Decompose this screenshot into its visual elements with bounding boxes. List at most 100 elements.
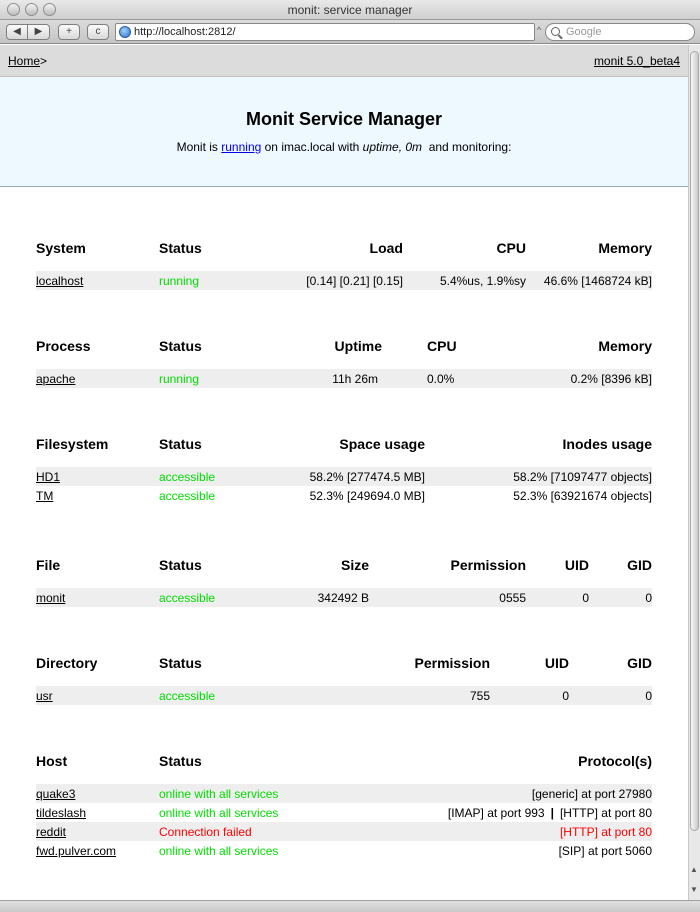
- col-header: Status: [159, 436, 202, 452]
- reload-button[interactable]: c: [87, 24, 109, 40]
- status-text: online with all services: [159, 843, 279, 858]
- col-header: Space usage: [339, 436, 425, 452]
- table-row: usr accessible 755 0 0: [36, 686, 652, 705]
- summary-suffix: and monitoring:: [422, 140, 512, 154]
- scroll-up-icon[interactable]: ▲: [690, 865, 698, 874]
- space-usage-value: 58.2% [277474.5 MB]: [259, 467, 425, 486]
- search-field[interactable]: Google: [545, 23, 695, 41]
- uid-value: 0: [490, 686, 569, 705]
- breadcrumb-separator: >: [40, 53, 48, 68]
- top-nav-bar: Home> monit 5.0_beta4: [0, 45, 688, 77]
- space-usage-value: 52.3% [249694.0 MB]: [309, 488, 425, 503]
- cpu-value: 5.4%us, 1.9%sy: [403, 271, 526, 290]
- forward-button[interactable]: ▶: [28, 24, 50, 40]
- protocol-value: [IMAP] at port 993 | [HTTP] at port 80: [339, 803, 652, 822]
- status-text: accessible: [159, 686, 259, 705]
- banner: Monit Service Manager Monit is running o…: [0, 77, 688, 187]
- col-header: Status: [159, 655, 202, 671]
- service-tables: System Status Load CPU Memory localhost …: [0, 240, 688, 860]
- address-dropdown-icon[interactable]: ^: [537, 25, 541, 35]
- version-link[interactable]: monit 5.0_beta4: [594, 54, 680, 68]
- status-text: accessible: [159, 488, 216, 503]
- col-header: Memory: [598, 338, 652, 354]
- add-bookmark-button[interactable]: +: [58, 24, 80, 40]
- host-name-link[interactable]: tildeslash: [36, 806, 86, 820]
- table-row: reddit Connection failed [HTTP] at port …: [36, 822, 652, 841]
- host-name-link[interactable]: fwd.pulver.com: [36, 844, 116, 858]
- nav-buttons: ◀ ▶: [6, 24, 50, 40]
- table-header: Host Status Protocol(s): [36, 753, 652, 784]
- summary-uptime: uptime, 0m: [362, 140, 423, 154]
- table-row: localhost running [0.14] [0.21] [0.15] 5…: [36, 271, 652, 290]
- permission-value: 0555: [369, 588, 526, 607]
- status-summary: Monit is running on imac.local with upti…: [0, 140, 688, 154]
- running-link[interactable]: running: [221, 140, 261, 154]
- col-header: Memory: [598, 240, 652, 256]
- uid-value: 0: [526, 588, 589, 607]
- uptime-value: 11h 26m: [259, 369, 382, 388]
- cpu-value: 0.0%: [382, 369, 532, 388]
- process-name-link[interactable]: apache: [36, 372, 75, 386]
- process-table: Process Status Uptime CPU Memory apache …: [36, 338, 652, 388]
- back-button[interactable]: ◀: [6, 24, 28, 40]
- vertical-scrollbar[interactable]: ▲ ▼: [688, 45, 700, 900]
- minimize-window-button[interactable]: [25, 3, 38, 16]
- close-window-button[interactable]: [7, 3, 20, 16]
- col-header: Status: [159, 753, 202, 769]
- load-value: [0.14] [0.21] [0.15]: [259, 271, 403, 290]
- col-header: File: [36, 557, 61, 573]
- home-link[interactable]: Home: [8, 54, 40, 68]
- file-name-link[interactable]: monit: [36, 591, 65, 605]
- col-header: GID: [627, 557, 652, 573]
- table-row: apache running 11h 26m 0.0% 0.2% [8396 k…: [36, 369, 652, 388]
- col-header: Size: [340, 557, 369, 573]
- col-header: Process: [36, 338, 91, 354]
- table-header: Directory Status Permission UID GID: [36, 655, 652, 686]
- status-text: online with all services: [159, 805, 279, 820]
- breadcrumb: Home>: [8, 54, 47, 68]
- col-header: Load: [369, 240, 403, 256]
- col-header: UID: [544, 655, 569, 671]
- col-header: CPU: [496, 240, 526, 256]
- directory-name-link[interactable]: usr: [36, 689, 53, 703]
- host-name-link[interactable]: reddit: [36, 825, 66, 839]
- search-icon: [551, 27, 560, 36]
- col-header: Inodes usage: [562, 436, 652, 452]
- table-row: HD1 accessible 58.2% [277474.5 MB] 58.2%…: [36, 467, 652, 486]
- window-title: monit: service manager: [287, 3, 413, 17]
- col-header: Status: [159, 338, 202, 354]
- zoom-window-button[interactable]: [43, 3, 56, 16]
- col-header: Directory: [36, 655, 98, 671]
- table-row: monit accessible 342492 B 0555 0 0: [36, 588, 652, 607]
- table-row: fwd.pulver.com online with all services …: [36, 841, 652, 860]
- size-value: 342492 B: [259, 588, 369, 607]
- scrollbar-thumb[interactable]: [690, 51, 699, 831]
- search-placeholder: Google: [566, 26, 602, 38]
- col-header: Permission: [450, 557, 526, 573]
- table-row: tildeslash online with all services [IMA…: [36, 803, 652, 822]
- col-header: Filesystem: [36, 436, 109, 452]
- host-table: Host Status Protocol(s) quake3 online wi…: [36, 753, 652, 860]
- filesystem-name-link[interactable]: TM: [36, 489, 53, 503]
- status-text: running: [159, 369, 259, 388]
- memory-value: 46.6% [1468724 kB]: [526, 271, 652, 290]
- permission-value: 755: [259, 686, 490, 705]
- address-bar[interactable]: http://localhost:2812/: [115, 23, 535, 41]
- protocol-value: [SIP] at port 5060: [558, 843, 652, 858]
- status-text: accessible: [159, 588, 259, 607]
- system-name-link[interactable]: localhost: [36, 274, 83, 288]
- status-text: running: [159, 271, 259, 290]
- gid-value: 0: [569, 686, 652, 705]
- protocol-value: [HTTP] at port 80: [339, 822, 652, 841]
- scroll-down-icon[interactable]: ▼: [690, 885, 698, 894]
- filesystem-name-link[interactable]: HD1: [36, 470, 60, 484]
- memory-value: 0.2% [8396 kB]: [532, 369, 652, 388]
- col-header: GID: [627, 655, 652, 671]
- col-header: UID: [564, 557, 589, 573]
- status-text: Connection failed: [159, 822, 339, 841]
- host-name-link[interactable]: quake3: [36, 787, 75, 801]
- table-header: Process Status Uptime CPU Memory: [36, 338, 652, 369]
- filesystem-table: Filesystem Status Space usage Inodes usa…: [36, 436, 652, 505]
- window-controls: [7, 3, 56, 16]
- protocol-value: [generic] at port 27980: [339, 784, 652, 803]
